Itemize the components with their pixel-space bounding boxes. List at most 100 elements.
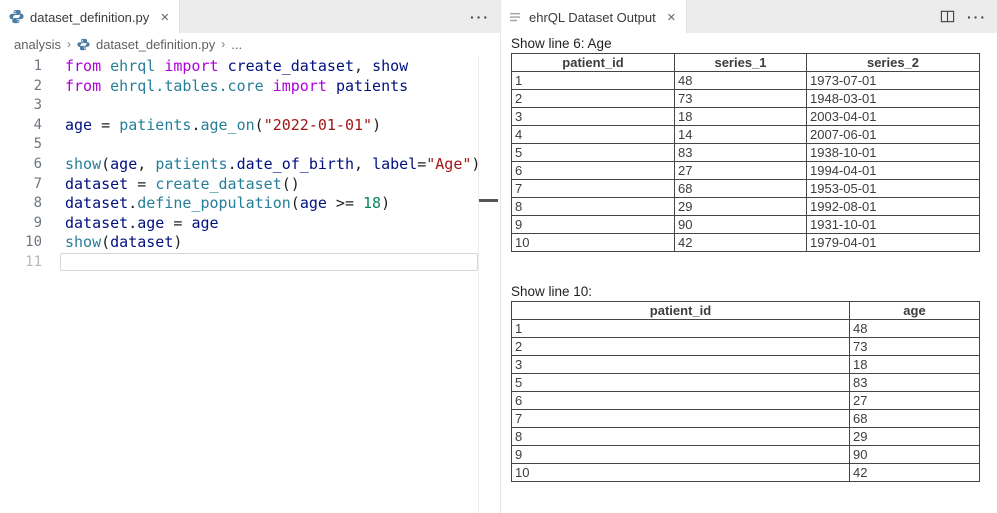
tab-label: ehrQL Dataset Output [529,9,656,25]
output-block: Show line 10:patient_idage14827331858362… [511,284,997,482]
table-cell: 1979-04-01 [807,234,980,252]
table-cell: 1938-10-01 [807,144,980,162]
table-cell: 3 [512,108,675,126]
breadcrumb-item-folder[interactable]: analysis [14,37,61,52]
code-line[interactable]: 5 [0,135,500,155]
more-actions-icon[interactable]: ··· [967,9,987,25]
table-row: 768 [512,410,980,428]
table-cell: 1 [512,72,675,90]
python-file-icon [77,38,90,51]
more-actions-icon[interactable]: ··· [470,9,490,25]
table-cell: 2 [512,90,675,108]
column-header: series_1 [675,54,807,72]
table-cell: 10 [512,464,850,482]
line-number: 4 [0,116,42,136]
table-cell: 90 [675,216,807,234]
current-line-highlight [60,253,478,271]
output-table: patient_idseries_1series_21481973-07-012… [511,53,980,252]
close-icon[interactable]: ✕ [667,10,676,24]
table-row: 1481973-07-01 [512,72,980,90]
line-number: 3 [0,96,42,116]
table-cell: 90 [850,446,980,464]
table-cell: 29 [675,198,807,216]
editor-pane: dataset_definition.py ✕ ··· analysis › d… [0,0,500,513]
line-number: 7 [0,175,42,195]
table-cell: 3 [512,356,850,374]
table-row: 9901931-10-01 [512,216,980,234]
table-cell: 68 [675,180,807,198]
code-line[interactable]: 3 [0,96,500,116]
table-cell: 73 [850,338,980,356]
code-line[interactable]: 2from ehrql.tables.core import patients [0,77,500,97]
code-text [42,135,65,155]
table-row: 829 [512,428,980,446]
table-cell: 7 [512,180,675,198]
table-cell: 8 [512,198,675,216]
output-block: Show line 6: Age patient_idseries_1series… [511,36,997,252]
table-row: 148 [512,320,980,338]
table-row: 1042 [512,464,980,482]
tab-dataset-definition-py[interactable]: dataset_definition.py ✕ [0,0,180,33]
table-cell: 5 [512,374,850,392]
table-row: 627 [512,392,980,410]
table-cell: 8 [512,428,850,446]
code-text: dataset = create_dataset() [42,175,300,195]
table-cell: 48 [675,72,807,90]
table-cell: 27 [675,162,807,180]
column-header: age [850,302,980,320]
table-cell: 7 [512,410,850,428]
output-content: Show line 6: Agepatient_idseries_1series… [501,33,997,482]
table-cell: 42 [850,464,980,482]
chevron-right-icon: › [221,37,225,51]
table-row: 4142007-06-01 [512,126,980,144]
line-number: 6 [0,155,42,175]
line-number: 8 [0,194,42,214]
table-cell: 2003-04-01 [807,108,980,126]
table-cell: 83 [850,374,980,392]
code-text: show(dataset) [42,233,182,253]
table-row: 990 [512,446,980,464]
table-row: 8291992-08-01 [512,198,980,216]
table-cell: 42 [675,234,807,252]
line-number: 9 [0,214,42,234]
code-line[interactable]: 1from ehrql import create_dataset, show [0,57,500,77]
table-cell: 73 [675,90,807,108]
table-cell: 1994-04-01 [807,162,980,180]
code-text: age = patients.age_on("2022-01-01") [42,116,381,136]
column-header: series_2 [807,54,980,72]
tab-ehrql-dataset-output[interactable]: ehrQL Dataset Output ✕ [501,0,687,33]
line-number: 5 [0,135,42,155]
code-line[interactable]: 6show(age, patients.date_of_birth, label… [0,155,500,175]
code-editor[interactable]: 1from ehrql import create_dataset, show2… [0,55,500,273]
table-cell: 2007-06-01 [807,126,980,144]
table-cell: 68 [850,410,980,428]
code-line[interactable]: 11 [0,253,500,273]
table-header-row: patient_idseries_1series_2 [512,54,980,72]
table-cell: 4 [512,126,675,144]
table-row: 2731948-03-01 [512,90,980,108]
column-header: patient_id [512,54,675,72]
code-line[interactable]: 4age = patients.age_on("2022-01-01") [0,116,500,136]
chevron-right-icon: › [67,37,71,51]
editor-tab-bar: dataset_definition.py ✕ ··· [0,0,500,33]
code-line[interactable]: 10show(dataset) [0,233,500,253]
table-cell: 27 [850,392,980,410]
code-line[interactable]: 8dataset.define_population(age >= 18) [0,194,500,214]
code-text: from ehrql import create_dataset, show [42,57,408,77]
column-header: patient_id [512,302,850,320]
output-heading: Show line 6: Age [511,36,997,51]
table-cell: 83 [675,144,807,162]
table-row: 6271994-04-01 [512,162,980,180]
table-row: 5831938-10-01 [512,144,980,162]
table-cell: 14 [675,126,807,144]
code-line[interactable]: 9dataset.age = age [0,214,500,234]
breadcrumb-item-file[interactable]: dataset_definition.py [96,37,215,52]
table-cell: 9 [512,216,675,234]
python-file-icon [9,9,24,24]
close-icon[interactable]: ✕ [160,10,169,24]
line-number: 11 [0,253,42,273]
split-editor-icon[interactable] [940,9,955,24]
output-list-icon [510,11,523,23]
code-line[interactable]: 7dataset = create_dataset() [0,175,500,195]
breadcrumb-item-symbols[interactable]: ... [231,37,242,52]
